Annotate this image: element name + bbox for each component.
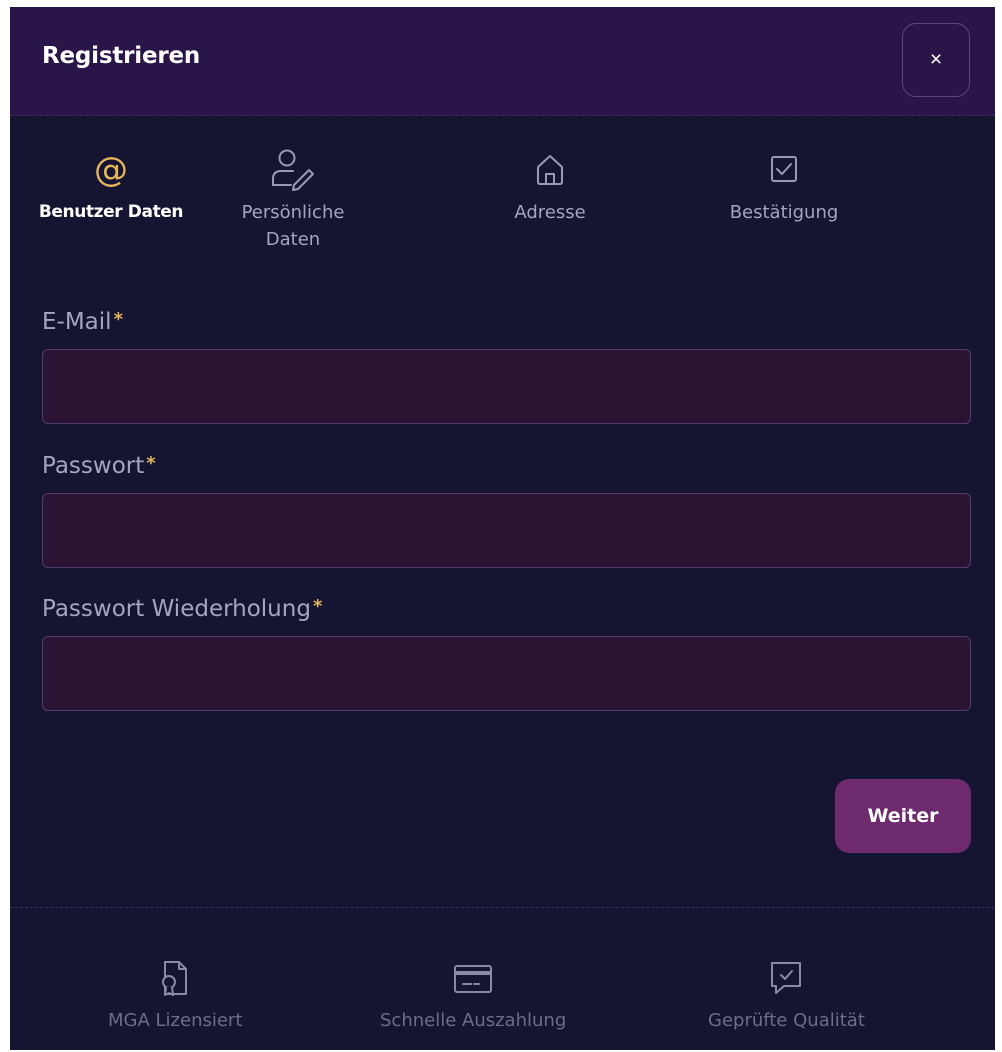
close-icon: ×: [929, 48, 943, 71]
required-marker: *: [312, 596, 323, 617]
badge-label: Geprüfte Qualität: [708, 1010, 865, 1031]
required-marker: *: [146, 453, 156, 474]
modal-header: Registrieren ×: [10, 7, 995, 116]
registration-modal: Registrieren × @ Benutzer Daten Persönli…: [10, 7, 995, 1050]
badge-verified-quality: Geprüfte Qualität: [708, 958, 865, 1031]
step-label: Adresse: [514, 202, 586, 223]
badge-mga-licensed: MGA Lizensiert: [108, 958, 242, 1031]
email-label: E-Mail *: [42, 309, 123, 335]
required-marker: *: [113, 309, 123, 330]
email-input[interactable]: [42, 349, 971, 424]
svg-text:@: @: [94, 150, 128, 190]
step-label: Bestätigung: [729, 202, 839, 223]
at-sign-icon: @: [94, 150, 128, 190]
verified-chat-icon: [771, 962, 802, 994]
step-bestaetigung[interactable]: Bestätigung: [684, 145, 884, 226]
license-document-icon: [162, 961, 188, 996]
badge-label: Schnelle Auszahlung: [380, 1010, 567, 1031]
trust-footer: MGA Lizensiert Schnelle Auszahlung Geprü…: [10, 907, 995, 1050]
user-edit-icon: [272, 149, 314, 191]
step-label: Benutzer Daten: [38, 202, 184, 222]
close-button[interactable]: ×: [902, 23, 970, 97]
credit-card-icon: [454, 965, 493, 993]
step-label: Persönliche Daten: [241, 202, 345, 250]
password-label: Passwort *: [42, 453, 156, 479]
password-input[interactable]: [42, 493, 971, 568]
next-button[interactable]: Weiter: [835, 779, 971, 853]
modal-title: Registrieren: [42, 43, 201, 69]
password-repeat-input[interactable]: [42, 636, 971, 711]
checkbox-icon: [771, 156, 797, 182]
step-persoenliche-daten[interactable]: Persönliche Daten: [193, 145, 393, 253]
password-repeat-label: Passwort Wiederholung *: [42, 596, 323, 622]
step-adresse[interactable]: Adresse: [450, 145, 650, 226]
badge-fast-payout: Schnelle Auszahlung: [380, 958, 566, 1031]
home-icon: [537, 155, 563, 185]
step-benutzer-daten[interactable]: @ Benutzer Daten: [11, 145, 211, 226]
badge-label: MGA Lizensiert: [108, 1010, 243, 1031]
